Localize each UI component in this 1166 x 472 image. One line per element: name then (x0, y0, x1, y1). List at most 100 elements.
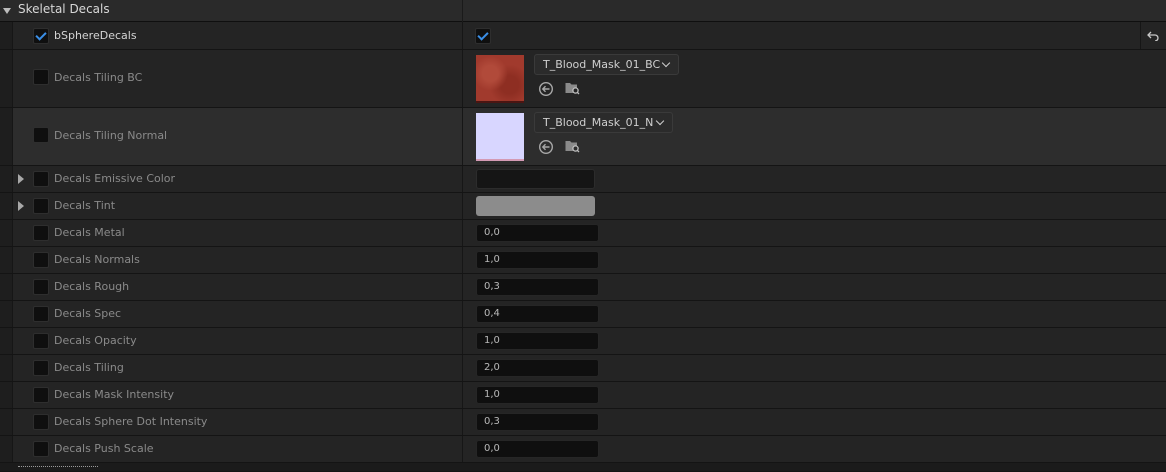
row-gutter (0, 108, 13, 165)
section-header-skeletal-decals[interactable]: Skeletal Decals (0, 0, 1166, 22)
numeric-input[interactable]: 1,0 (476, 332, 599, 350)
row-gutter (0, 22, 13, 49)
asset-name: T_Blood_Mask_01_BC (543, 58, 661, 71)
property-label: Decals Mask Intensity (54, 388, 175, 401)
property-row-decals-mask-intensity: Decals Mask Intensity 1,0 (0, 382, 1166, 409)
property-row-decals-tiling-bc: Decals Tiling BC T_Blood_Mask_01_BC (0, 50, 1166, 108)
property-label: Decals Push Scale (54, 442, 154, 455)
property-row-decals-metal: Decals Metal 0,0 (0, 220, 1166, 247)
folder-search-icon[interactable] (564, 138, 580, 154)
edit-condition-checkbox[interactable] (33, 306, 49, 322)
collapse-arrow-icon[interactable] (3, 8, 11, 14)
expand-arrow-icon[interactable] (18, 201, 24, 211)
property-label: Decals Sphere Dot Intensity (54, 415, 208, 428)
property-row-decals-sphere-dot-intensity: Decals Sphere Dot Intensity 0,3 (0, 409, 1166, 436)
bspheredecals-value-checkbox[interactable] (475, 28, 491, 44)
property-label: Decals Tiling Normal (54, 129, 168, 142)
property-row-decals-push-scale: Decals Push Scale 0,0 (0, 436, 1166, 463)
edit-condition-checkbox[interactable] (33, 279, 49, 295)
numeric-input[interactable]: 2,0 (476, 359, 599, 377)
color-picker-swatch[interactable] (476, 169, 595, 189)
row-gutter (0, 301, 13, 327)
row-gutter (0, 247, 13, 273)
column-divider (462, 108, 463, 165)
next-section-header-partial (0, 463, 1166, 471)
edit-condition-checkbox[interactable] (33, 171, 49, 187)
property-label: Decals Rough (54, 280, 130, 293)
property-label: Decals Tiling BC (54, 71, 143, 84)
column-divider (462, 328, 463, 354)
column-divider (462, 247, 463, 273)
row-gutter (0, 166, 13, 192)
column-divider (462, 382, 463, 408)
property-label: Decals Opacity (54, 334, 137, 347)
row-gutter (0, 409, 13, 435)
column-divider (462, 274, 463, 300)
property-label: bSphereDecals (54, 29, 137, 42)
row-gutter (0, 436, 13, 462)
property-row-decals-rough: Decals Rough 0,3 (0, 274, 1166, 301)
column-divider (462, 436, 463, 462)
edit-condition-checkbox[interactable] (33, 69, 49, 85)
texture-thumbnail[interactable] (476, 113, 524, 161)
edit-condition-checkbox[interactable] (33, 127, 49, 143)
property-label: Decals Spec (54, 307, 122, 320)
edit-condition-checkbox[interactable] (33, 28, 49, 44)
numeric-input[interactable]: 0,0 (476, 440, 599, 458)
row-gutter (0, 328, 13, 354)
property-row-decals-tiling: Decals Tiling 2,0 (0, 355, 1166, 382)
numeric-input[interactable]: 0,3 (476, 413, 599, 431)
chevron-down-icon (661, 58, 671, 68)
edit-condition-checkbox[interactable] (33, 333, 49, 349)
asset-picker-combo[interactable]: T_Blood_Mask_01_BC (534, 54, 679, 75)
clipped-text-fragment (18, 466, 98, 472)
edit-condition-checkbox[interactable] (33, 198, 49, 214)
color-picker-swatch[interactable] (476, 196, 595, 216)
edit-condition-checkbox[interactable] (33, 441, 49, 457)
edit-condition-checkbox[interactable] (33, 387, 49, 403)
column-divider (462, 193, 463, 219)
chevron-down-icon (655, 116, 665, 126)
asset-name: T_Blood_Mask_01_N (543, 116, 654, 129)
texture-thumbnail[interactable] (476, 55, 524, 103)
column-divider (462, 166, 463, 192)
row-gutter (0, 382, 13, 408)
edit-condition-checkbox[interactable] (33, 360, 49, 376)
row-gutter (0, 355, 13, 381)
column-divider[interactable] (462, 0, 463, 22)
arrow-left-circle-icon[interactable] (538, 81, 554, 97)
property-row-decals-emissive-color: Decals Emissive Color (0, 166, 1166, 193)
property-row-decals-normals: Decals Normals 1,0 (0, 247, 1166, 274)
section-title: Skeletal Decals (18, 2, 110, 16)
property-label: Decals Normals (54, 253, 140, 266)
property-row-decals-opacity: Decals Opacity 1,0 (0, 328, 1166, 355)
folder-search-icon[interactable] (564, 80, 580, 96)
row-gutter (0, 193, 13, 219)
row-gutter (0, 274, 13, 300)
numeric-input[interactable]: 0,4 (476, 305, 599, 323)
row-gutter (0, 220, 13, 246)
numeric-input[interactable]: 0,0 (476, 224, 599, 242)
numeric-input[interactable]: 1,0 (476, 251, 599, 269)
property-row-decals-tiling-normal: Decals Tiling Normal T_Blood_Mask_01_N (0, 108, 1166, 166)
expand-arrow-icon[interactable] (18, 174, 24, 184)
arrow-left-circle-icon[interactable] (538, 139, 554, 155)
edit-condition-checkbox[interactable] (33, 252, 49, 268)
numeric-input[interactable]: 0,3 (476, 278, 599, 296)
property-row-decals-tint: Decals Tint (0, 193, 1166, 220)
edit-condition-checkbox[interactable] (33, 414, 49, 430)
edit-condition-checkbox[interactable] (33, 225, 49, 241)
property-label: Decals Tint (54, 199, 116, 212)
reset-to-default-icon[interactable] (1147, 31, 1159, 41)
column-divider (462, 355, 463, 381)
numeric-input[interactable]: 1,0 (476, 386, 599, 404)
column-divider (1140, 22, 1141, 49)
column-divider (462, 301, 463, 327)
column-divider (462, 22, 463, 49)
column-divider (462, 50, 463, 107)
asset-picker-combo[interactable]: T_Blood_Mask_01_N (534, 112, 673, 133)
row-gutter (0, 50, 13, 107)
property-row-bspheredecals: bSphereDecals (0, 22, 1166, 50)
column-divider (462, 409, 463, 435)
property-row-decals-spec: Decals Spec 0,4 (0, 301, 1166, 328)
